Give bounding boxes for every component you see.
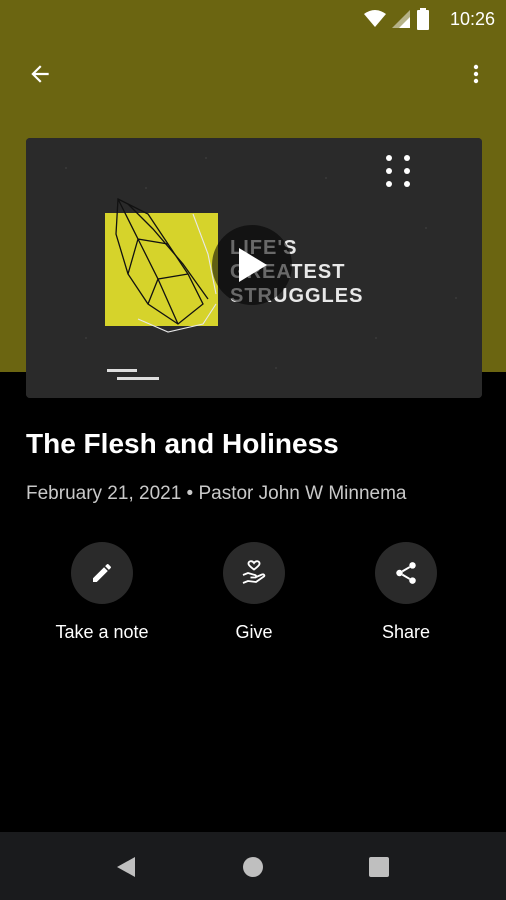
note-circle [71, 542, 133, 604]
wifi-icon [364, 10, 386, 27]
share-label: Share [381, 622, 431, 642]
give-label: Give [235, 622, 273, 642]
status-bar: 10:26 [0, 0, 506, 38]
share-circle [375, 542, 437, 604]
nav-recents-button[interactable] [362, 850, 396, 884]
cellular-signal-icon [392, 10, 410, 28]
share-icon [396, 562, 416, 584]
sermon-meta: February 21, 2021 • Pastor John W Minnem… [26, 483, 407, 504]
status-time: 10:26 [449, 9, 495, 29]
back-button[interactable] [16, 50, 64, 98]
nav-home-button[interactable] [236, 850, 270, 884]
nav-back-button[interactable] [109, 850, 143, 884]
home-circle-icon [243, 857, 263, 877]
status-icons [364, 8, 430, 30]
give-button[interactable]: Give [184, 542, 324, 643]
battery-icon [417, 8, 429, 30]
share-button[interactable]: Share [336, 542, 476, 643]
play-icon [239, 248, 267, 282]
artwork-dots-decoration [386, 155, 410, 187]
artwork-lines-decoration [107, 369, 159, 385]
take-a-note-label: Take a note [55, 622, 149, 642]
system-navigation-bar [0, 832, 506, 900]
take-a-note-button[interactable]: Take a note [32, 542, 172, 643]
recents-square-icon [369, 857, 389, 877]
more-vertical-icon [473, 64, 479, 84]
sermon-artwork-card[interactable]: LIFE'S GREATEST STRUGGLES [26, 138, 482, 398]
back-triangle-icon [117, 857, 135, 877]
sermon-title: The Flesh and Holiness [26, 428, 339, 459]
give-circle [223, 542, 285, 604]
giving-hand-icon [242, 560, 266, 584]
pencil-icon [93, 563, 112, 582]
play-button[interactable] [212, 225, 292, 305]
more-options-button[interactable] [452, 50, 500, 98]
arrow-left-icon [31, 65, 49, 83]
praying-hands-illustration [115, 197, 217, 333]
